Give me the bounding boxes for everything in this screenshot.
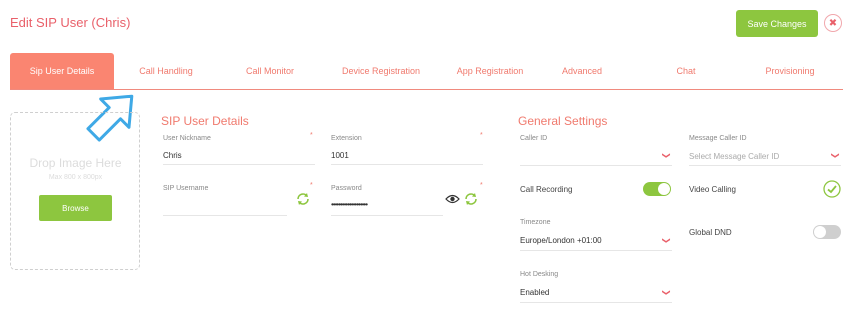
global-dnd-label: Global DND bbox=[689, 228, 732, 237]
timezone-select[interactable]: Europe/London +01:00 bbox=[520, 236, 602, 245]
message-caller-id-label: Message Caller ID bbox=[689, 135, 747, 142]
tab-chat[interactable]: Chat bbox=[644, 53, 728, 89]
tab-app-registration[interactable]: App Registration bbox=[436, 53, 544, 89]
message-caller-id-underline bbox=[689, 165, 841, 166]
save-changes-button[interactable]: Save Changes bbox=[736, 10, 818, 37]
general-settings-heading: General Settings bbox=[518, 114, 608, 128]
sip-username-underline bbox=[163, 215, 287, 216]
chevron-down-icon[interactable]: ❯ bbox=[831, 152, 840, 159]
global-dnd-toggle[interactable] bbox=[813, 225, 841, 239]
show-password-eye-icon[interactable] bbox=[445, 193, 460, 205]
generate-password-refresh-icon[interactable] bbox=[463, 191, 479, 207]
required-mark: * bbox=[310, 132, 313, 139]
password-input[interactable]: •••••••••••••••••••• bbox=[331, 200, 443, 209]
extension-underline bbox=[331, 164, 483, 165]
nickname-input[interactable]: Chris bbox=[163, 151, 313, 160]
sip-details-heading: SIP User Details bbox=[161, 114, 249, 128]
tab-call-monitor[interactable]: Call Monitor bbox=[222, 53, 318, 89]
browse-button[interactable]: Browse bbox=[39, 195, 112, 221]
image-dropzone[interactable] bbox=[10, 112, 140, 270]
nickname-label: User Nickname bbox=[163, 135, 211, 142]
required-mark: * bbox=[480, 182, 483, 189]
caller-id-underline bbox=[520, 165, 672, 166]
timezone-label: Timezone bbox=[520, 219, 551, 226]
toggle-knob bbox=[814, 226, 826, 238]
message-caller-id-select[interactable]: Select Message Caller ID bbox=[689, 152, 779, 161]
password-underline bbox=[331, 215, 443, 216]
close-icon[interactable]: ✖ bbox=[824, 14, 842, 32]
hot-desking-select[interactable]: Enabled bbox=[520, 288, 549, 297]
call-recording-toggle[interactable] bbox=[643, 182, 671, 196]
chevron-down-icon[interactable]: ❯ bbox=[662, 237, 671, 244]
timezone-underline bbox=[520, 250, 672, 251]
password-label: Password bbox=[331, 185, 362, 192]
video-calling-label: Video Calling bbox=[689, 185, 736, 194]
dropzone-title: Drop Image Here bbox=[29, 156, 122, 170]
nickname-underline bbox=[163, 164, 315, 165]
sip-username-label: SIP Username bbox=[163, 185, 209, 192]
required-mark: * bbox=[310, 182, 313, 189]
dropzone-subtitle: Max 800 x 800px bbox=[48, 174, 103, 181]
required-mark: * bbox=[480, 132, 483, 139]
extension-label: Extension bbox=[331, 135, 362, 142]
tab-advanced[interactable]: Advanced bbox=[544, 53, 620, 89]
caller-id-label: Caller ID bbox=[520, 135, 548, 142]
tab-device-registration[interactable]: Device Registration bbox=[326, 53, 436, 89]
call-recording-label: Call Recording bbox=[520, 185, 573, 194]
chevron-down-icon[interactable]: ❯ bbox=[662, 152, 671, 159]
extension-input[interactable]: 1001 bbox=[331, 151, 481, 160]
toggle-knob bbox=[658, 183, 670, 195]
chevron-down-icon[interactable]: ❯ bbox=[662, 289, 671, 296]
tab-provisioning[interactable]: Provisioning bbox=[748, 53, 832, 89]
video-calling-check-icon[interactable] bbox=[823, 180, 841, 198]
hot-desking-label: Hot Desking bbox=[520, 271, 559, 278]
generate-refresh-icon[interactable] bbox=[295, 191, 311, 207]
page-title: Edit SIP User (Chris) bbox=[10, 15, 131, 30]
hot-desking-underline bbox=[520, 302, 672, 303]
